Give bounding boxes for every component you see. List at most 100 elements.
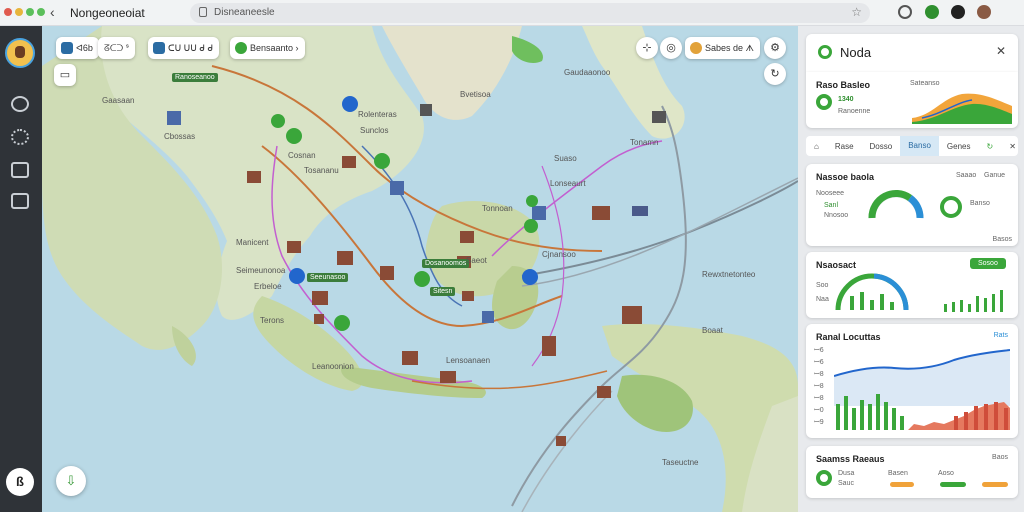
chip-leaf[interactable]: Bensaanto › (230, 37, 305, 59)
tab-title[interactable]: Nongeoneoiat (70, 6, 145, 20)
trend-card: Ranal Locuttas Rats ꟷ6 ꟷ6 ꟷ8 ꟷ8 ꟷ8 ꟷ0 ꟷ9 (806, 324, 1018, 438)
extension-icon[interactable] (925, 5, 939, 19)
map-label-6: Bvetisoa (460, 90, 491, 99)
phone-icon (61, 42, 73, 54)
activity-bars (944, 290, 1003, 312)
settings-map-button[interactable]: ⚙ (764, 37, 786, 59)
map-tag-2: Seeunasoo (307, 273, 349, 282)
summary-ring (816, 94, 832, 110)
back-icon[interactable]: ‹ (50, 4, 55, 20)
panel-header-card: Noda ✕ (806, 34, 1018, 72)
tab-dosso[interactable]: Dosso (862, 142, 901, 151)
activity-badge[interactable]: Sosoo (970, 258, 1006, 269)
status-item-1: Dusa (838, 470, 855, 477)
map-label-2: Cbossas (164, 132, 196, 141)
chip-filter[interactable]: ᘔᑕᑐ ᔆ (98, 37, 136, 59)
summary-title: Raso Basleo (816, 80, 871, 90)
maximize-window-dot[interactable] (26, 8, 34, 16)
metrics-left-b: Sanl (824, 202, 839, 209)
map-label-23: Seimeunonoa (236, 266, 286, 275)
activity-card: Nsaosact Sosoo Soo Naa (806, 252, 1018, 318)
compass-button[interactable]: ⇩ (56, 466, 86, 496)
tab-banso[interactable]: Banso (900, 136, 939, 156)
star-icon[interactable]: ☆ (851, 5, 862, 19)
summary-card: Raso Basleo 1340 Ranoenne Sateanso (806, 72, 1018, 128)
locate-button[interactable]: ⊹ (636, 37, 658, 59)
chip-phone[interactable]: ᐊ6b (56, 37, 99, 59)
metrics-title: Nassoe baola (816, 172, 875, 182)
map-label-17: Cjnansoo (542, 250, 576, 259)
zoom-button[interactable]: ◎ (660, 37, 682, 59)
map-label-15: Terons (260, 316, 285, 325)
land-islet (512, 36, 543, 63)
metrics-right-a: Saaao (956, 172, 977, 179)
map-label-16: Saeot (466, 256, 487, 265)
minimize-window-dot[interactable] (15, 8, 23, 16)
map-tag-1: Ranoseanoo (172, 73, 218, 82)
chip-shield[interactable]: ᑕᑌ ᑌᑌ ᑯ ᑯ (148, 37, 220, 59)
status-card: Saamss Raeaus Baos Dusa Sauc Basen Aoso (806, 446, 1018, 498)
tab-close-icon[interactable]: ✕ (1001, 142, 1024, 151)
book-icon[interactable] (11, 193, 29, 209)
map-label-22: Taseuctne (662, 458, 699, 467)
map-info-icon (690, 42, 702, 54)
tab-refresh-icon[interactable]: ↻ (978, 142, 1001, 151)
rotate-button[interactable]: ↻ (764, 63, 786, 85)
metrics-left-c: Nnosoo (824, 212, 849, 219)
close-window-dot[interactable] (4, 8, 12, 16)
map-tag-3: Dosanoomos (422, 259, 470, 268)
extra-window-dot[interactable] (37, 8, 45, 16)
metrics-right-b: Ganue (984, 172, 1006, 179)
speed-icon[interactable] (898, 5, 912, 19)
activity-title: Nsaosact (816, 260, 857, 270)
avatar[interactable] (5, 38, 35, 68)
user-avatar[interactable] (977, 5, 991, 19)
panel-title: Noda (840, 45, 872, 60)
chip-map-info[interactable]: Sabes de ᗑ (685, 37, 760, 59)
metrics-gauge (868, 189, 924, 219)
summary-area-chart (912, 93, 1012, 124)
refresh-icon[interactable] (11, 96, 29, 112)
leaf-icon (818, 45, 832, 59)
metrics-ring (940, 196, 962, 218)
tab-home-icon[interactable]: ⌂ (806, 142, 827, 151)
map-label-3: Cosnan (288, 151, 316, 160)
summary-right: Sateanso (910, 80, 940, 87)
map-label-8: Sunclos (360, 126, 389, 135)
details-panel: Noda ✕ Raso Basleo 1340 Ranoenne Sateans… (798, 26, 1024, 512)
activity-gauge (835, 273, 909, 311)
status-bar-1 (890, 482, 914, 487)
route-gray-vertical-2 (521, 390, 613, 512)
map-label-12: Tonnoan (482, 204, 513, 213)
map-label-5: Gaudaaonoo (564, 68, 611, 77)
trend-right: Rats (993, 332, 1008, 339)
metrics-footer: Basos (992, 236, 1012, 243)
profile-dark-icon[interactable] (951, 5, 965, 19)
status-item-3: Basen (888, 470, 908, 477)
activity-left-2: Naa (816, 296, 829, 303)
address-bar[interactable]: Disneaneesle ☆ (190, 3, 870, 23)
window-controls (4, 8, 45, 16)
map-label-21: Boaat (702, 326, 723, 335)
tab-rase[interactable]: Rase (827, 142, 862, 151)
shield-icon (153, 42, 165, 54)
map-label-14: Erbeloe (254, 282, 282, 291)
map-label-13: Manicent (236, 238, 269, 247)
browser-chrome: ‹ Nongeoneoiat Disneaneesle ☆ (0, 0, 1024, 26)
tab-genes[interactable]: Genes (939, 142, 979, 151)
left-rail: ß (0, 26, 42, 512)
close-icon[interactable]: ✕ (996, 44, 1006, 58)
map-label-10: Tonamn (630, 138, 659, 147)
url-text[interactable]: Disneaneesle (214, 7, 275, 18)
layers-button[interactable]: ▭ (54, 64, 76, 86)
map-canvas (42, 26, 798, 512)
map-label-18: Rewxtnetonteo (702, 270, 756, 279)
account-button[interactable]: ß (6, 468, 34, 496)
window-icon[interactable] (11, 162, 29, 178)
map-label-1: Gaasaan (102, 96, 135, 105)
settings-icon[interactable] (11, 129, 29, 145)
status-title: Saamss Raeaus (816, 454, 885, 464)
map-view[interactable]: ᐊ6b ᘔᑕᑐ ᔆ ᑕᑌ ᑌᑌ ᑯ ᑯ Bensaanto › ▭ ⊹ ◎ Sa… (42, 26, 798, 512)
metrics-card: Nassoe baola Nooseee Sanl Nnosoo Saaao G… (806, 164, 1018, 246)
status-ring (816, 470, 832, 486)
